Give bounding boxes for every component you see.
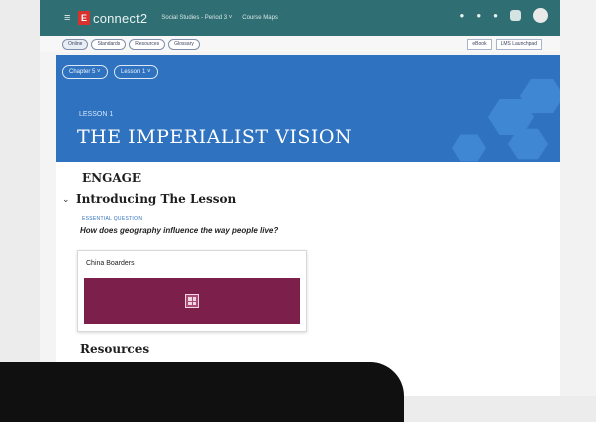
course-breadcrumb[interactable]: Social Studies - Period 3 ˅ bbox=[161, 15, 232, 21]
app-topbar: ≡ E connect2 Social Studies - Period 3 ˅… bbox=[40, 0, 560, 36]
settings-icon[interactable] bbox=[510, 10, 521, 21]
tab-resources[interactable]: Resources bbox=[129, 38, 166, 50]
gallery-icon bbox=[185, 294, 199, 308]
lesson-number: LESSON 1 bbox=[79, 111, 114, 118]
essential-question-text: How does geography influence the way peo… bbox=[80, 226, 279, 235]
card-title: China Boarders bbox=[86, 260, 135, 267]
media-card[interactable]: China Boarders bbox=[77, 250, 307, 332]
notification-icon[interactable]: ● bbox=[459, 11, 464, 20]
avatar[interactable] bbox=[533, 8, 548, 23]
tab-standards[interactable]: Standards bbox=[91, 38, 127, 50]
ebook-button[interactable]: eBook bbox=[467, 39, 492, 50]
device-bezel bbox=[0, 362, 404, 422]
hexagon-decoration bbox=[452, 134, 486, 162]
course-maps-link[interactable]: Course Maps bbox=[242, 15, 278, 21]
brand-logo: E bbox=[78, 11, 90, 25]
lesson-hero-banner: Chapter 5 ˅ Lesson 1 ˅ LESSON 1 THE IMPE… bbox=[56, 55, 560, 162]
intro-title: Introducing The Lesson bbox=[76, 192, 237, 206]
calendar-icon[interactable]: ● bbox=[476, 11, 481, 20]
brand-name[interactable]: connect2 bbox=[93, 11, 147, 26]
page-title: THE IMPERIALIST VISION bbox=[77, 126, 353, 148]
lesson-selector[interactable]: Lesson 1 ˅ bbox=[114, 65, 158, 79]
intro-section-toggle[interactable]: ⌄ Introducing The Lesson bbox=[62, 192, 236, 206]
card-media[interactable] bbox=[84, 278, 300, 324]
sub-navigation: Online Standards Resources Glossary eBoo… bbox=[40, 36, 560, 52]
tab-glossary[interactable]: Glossary bbox=[168, 38, 200, 50]
browser-frame: ≡ E connect2 Social Studies - Period 3 ˅… bbox=[40, 0, 560, 405]
hamburger-icon[interactable]: ≡ bbox=[64, 13, 74, 24]
background-wall bbox=[560, 0, 596, 396]
chapter-selector[interactable]: Chapter 5 ˅ bbox=[62, 65, 108, 79]
help-icon[interactable]: ● bbox=[493, 11, 498, 20]
subnav-actions: eBook LMS Launchpad bbox=[467, 39, 542, 50]
essential-question-label: ESSENTIAL QUESTION bbox=[82, 216, 143, 222]
lesson-content: ENGAGE ⌄ Introducing The Lesson ESSENTIA… bbox=[56, 162, 560, 405]
section-heading-resources: Resources bbox=[80, 342, 150, 356]
topbar-actions: ● ● ● bbox=[459, 8, 548, 23]
chevron-down-icon[interactable]: ⌄ bbox=[62, 194, 76, 205]
lms-launchpad-button[interactable]: LMS Launchpad bbox=[495, 39, 542, 50]
tab-online[interactable]: Online bbox=[62, 38, 89, 50]
section-heading-engage: ENGAGE bbox=[82, 171, 142, 185]
